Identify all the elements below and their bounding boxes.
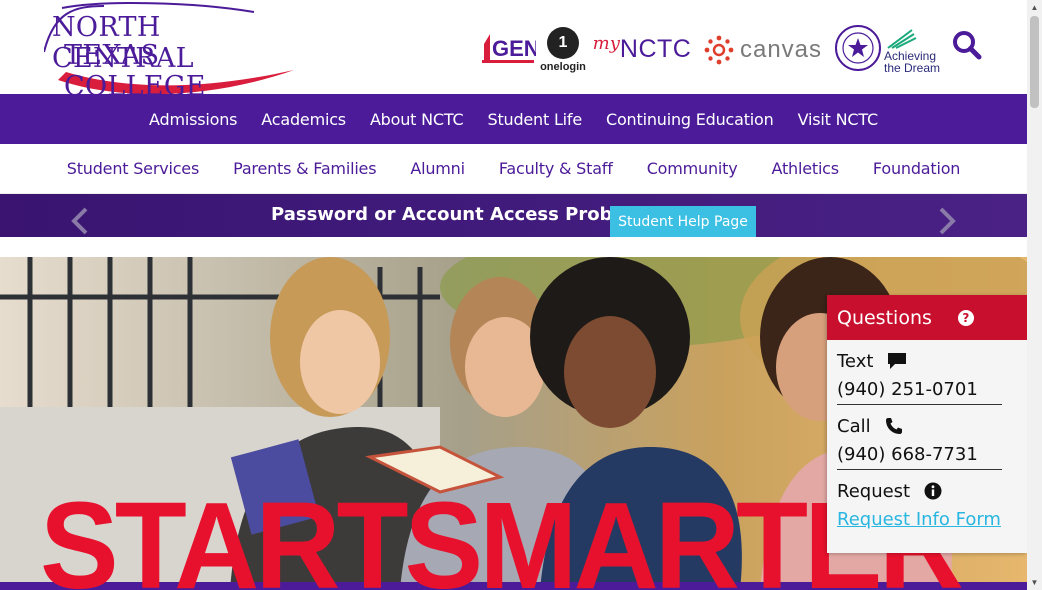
nav-about-nctc[interactable]: About NCTC (358, 110, 476, 129)
site-header: NORTH CENTRAL TEXAS COLLEGE GEN 1 onelog… (0, 0, 1027, 102)
mynctc-my: my (592, 32, 620, 54)
nav-community[interactable]: Community (630, 159, 755, 178)
text-contact: Text (940) 251-0701 (827, 347, 1027, 405)
info-icon (924, 482, 942, 500)
canvas-label: canvas (739, 36, 823, 63)
onelogin-link[interactable]: 1 onelogin (538, 24, 588, 76)
scroll-down-arrow-icon[interactable]: ▼ (1027, 575, 1042, 590)
audience-nav: Student Services Parents & Families Alum… (0, 144, 1027, 194)
atd-swoosh-icon (887, 29, 917, 49)
nav-parents-families[interactable]: Parents & Families (216, 159, 393, 178)
gen-link[interactable]: GEN (482, 30, 536, 66)
scroll-up-arrow-icon[interactable]: ▲ (1027, 0, 1042, 15)
nav-continuing-education[interactable]: Continuing Education (594, 110, 786, 129)
nav-admissions[interactable]: Admissions (137, 110, 249, 129)
hero-headline: STARTSMARTER (40, 476, 964, 590)
canvas-link[interactable]: canvas (700, 34, 826, 66)
call-number[interactable]: (940) 668-7731 (837, 440, 1002, 470)
nav-student-services[interactable]: Student Services (50, 159, 216, 178)
logo-line-2: TEXAS COLLEGE (64, 40, 206, 102)
text-label: Text (837, 350, 874, 372)
nav-athletics[interactable]: Athletics (755, 159, 856, 178)
alert-carousel: Password or Account Access Problem? (0, 194, 1027, 237)
canvas-logo-icon (704, 35, 734, 65)
state-seal-link[interactable] (834, 24, 882, 72)
search-button[interactable] (952, 30, 982, 60)
phone-icon (885, 418, 902, 434)
onelogin-icon: 1 (547, 27, 579, 59)
call-contact: Call (940) 668-7731 (827, 412, 1027, 470)
nav-visit-nctc[interactable]: Visit NCTC (786, 110, 890, 129)
nav-faculty-staff[interactable]: Faculty & Staff (482, 159, 630, 178)
question-circle-icon: ? (957, 309, 974, 326)
chevron-left-icon (71, 207, 88, 235)
request-label: Request (837, 480, 911, 502)
achieving-the-dream-link[interactable]: Achieving the Dream (884, 24, 950, 78)
mynctc-link[interactable]: my NCTC (592, 32, 692, 66)
questions-header[interactable]: Questions ? (827, 295, 1027, 340)
onelogin-label: onelogin (540, 61, 586, 73)
atd-line-2: the Dream (884, 61, 941, 75)
scroll-thumb[interactable] (1030, 16, 1039, 108)
nctc-logo[interactable]: NORTH CENTRAL TEXAS COLLEGE (43, 2, 296, 102)
nav-academics[interactable]: Academics (249, 110, 358, 129)
request-contact: Request Request Info Form (827, 477, 1027, 535)
questions-title: Questions (837, 306, 932, 329)
mynctc-nctc: NCTC (619, 34, 692, 63)
main-nav: Admissions Academics About NCTC Student … (0, 94, 1027, 144)
nav-student-life[interactable]: Student Life (475, 110, 594, 129)
nav-alumni[interactable]: Alumni (393, 159, 482, 178)
alert-message: Password or Account Access Problem? (271, 204, 661, 225)
message-icon (888, 353, 907, 369)
seal-icon (835, 25, 881, 71)
carousel-next-button[interactable] (935, 207, 959, 235)
nav-foundation[interactable]: Foundation (856, 159, 977, 178)
call-label: Call (837, 415, 871, 437)
gen-text: GEN (492, 36, 536, 61)
student-help-page-button[interactable]: Student Help Page (610, 206, 756, 237)
search-icon (953, 31, 982, 60)
text-number[interactable]: (940) 251-0701 (837, 375, 1002, 405)
chevron-right-icon (939, 207, 956, 235)
questions-panel: Questions ? Text (940) 251-0701 Call (94… (827, 295, 1027, 553)
request-info-form-link[interactable]: Request Info Form (837, 509, 1001, 530)
vertical-scrollbar[interactable]: ▲ ▼ (1027, 0, 1042, 590)
gen-logo-icon: GEN (482, 34, 536, 63)
carousel-prev-button[interactable] (68, 207, 92, 235)
